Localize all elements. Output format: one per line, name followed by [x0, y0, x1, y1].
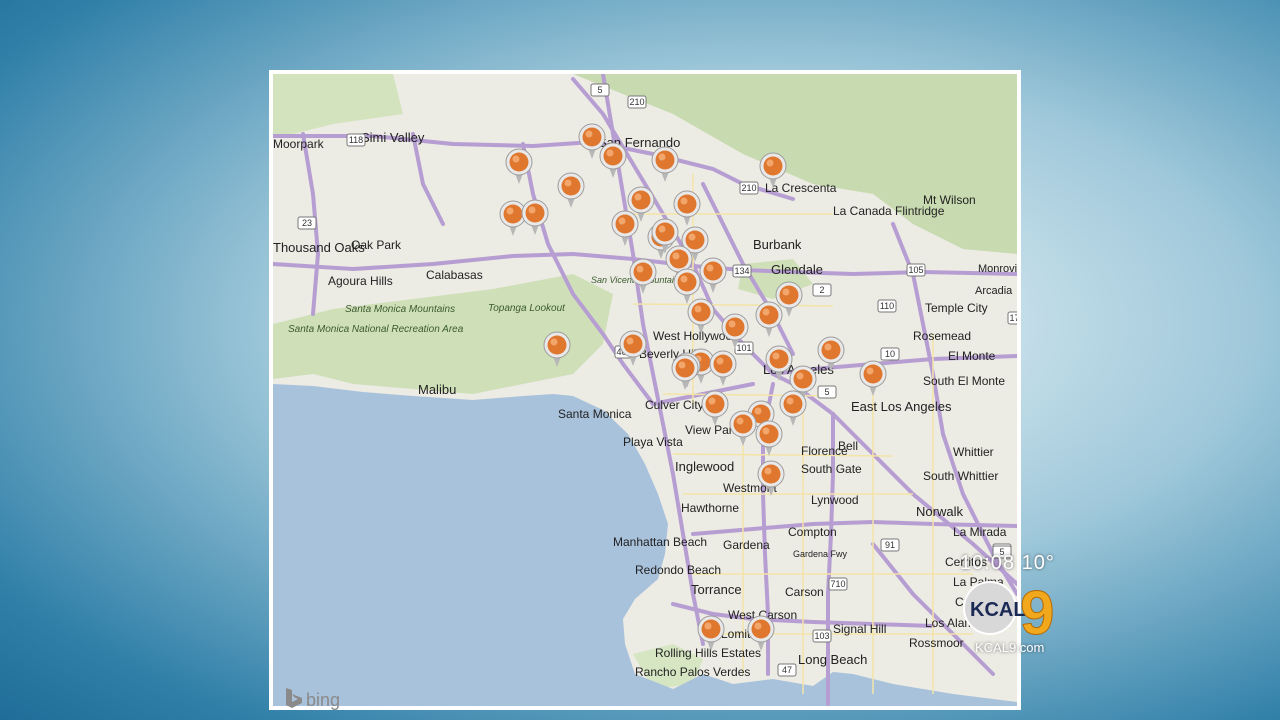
- station-logo: KCAL 9: [962, 579, 1072, 649]
- place-label: Rancho Palos Verdes: [635, 665, 750, 679]
- svg-text:210: 210: [741, 183, 756, 193]
- place-label: Temple City: [925, 301, 988, 315]
- place-label: East Los Angeles: [851, 399, 952, 414]
- place-label: Agoura Hills: [328, 274, 393, 288]
- place-label: Glendale: [771, 262, 823, 277]
- highway-shield: 105: [906, 263, 926, 277]
- svg-text:2: 2: [819, 285, 824, 295]
- place-label: Whittier: [953, 445, 994, 459]
- svg-text:47: 47: [782, 665, 792, 675]
- place-label: Signal Hill: [833, 622, 886, 636]
- bing-logo-icon: [286, 688, 302, 708]
- weather-readout: 10:08 10°: [960, 552, 1055, 574]
- station-website: KCAL9.com: [975, 640, 1045, 655]
- highway-shield: 91: [880, 538, 900, 552]
- place-label: La Mirada: [953, 525, 1007, 539]
- place-label: Santa Monica National Recreation Area: [288, 324, 464, 335]
- place-label: Malibu: [418, 382, 456, 397]
- highway-shield: 10: [880, 347, 900, 361]
- place-label: Long Beach: [798, 652, 867, 667]
- place-label: Carson: [785, 585, 824, 599]
- channel-number: 9: [1020, 580, 1054, 642]
- highway-shield: 210: [627, 95, 647, 109]
- place-label: Gardena: [723, 538, 770, 552]
- svg-text:105: 105: [908, 265, 923, 275]
- place-label: Playa Vista: [623, 435, 683, 449]
- highway-shield: 5: [817, 385, 837, 399]
- place-label: Redondo Beach: [635, 563, 721, 577]
- place-label: Calabasas: [426, 268, 483, 282]
- svg-text:103: 103: [814, 631, 829, 641]
- place-label: Gardena Fwy: [793, 549, 848, 559]
- highway-shield: 710: [828, 577, 848, 591]
- svg-text:10: 10: [885, 349, 895, 359]
- logo-wordmark: KCAL: [970, 599, 1026, 621]
- highway-shield: 47: [777, 663, 797, 677]
- map-frame: Simi Valley San Fernando La Crescenta Mt Wi…: [269, 70, 1021, 710]
- place-label: Simi Valley: [361, 130, 425, 145]
- map[interactable]: Simi Valley San FernandoLa CrescentaMt Wi…: [273, 74, 1017, 706]
- place-label: Torrance: [691, 582, 742, 597]
- highway-shield: 5: [590, 83, 610, 97]
- highway-shield: 210: [739, 181, 759, 195]
- svg-text:5: 5: [824, 387, 829, 397]
- svg-text:101: 101: [736, 343, 751, 353]
- place-label: Burbank: [753, 237, 802, 252]
- place-label: Santa Monica Mountains: [345, 304, 455, 315]
- place-label: Lynwood: [811, 493, 859, 507]
- svg-text:170: 170: [1009, 313, 1017, 323]
- highway-shield: 110: [877, 299, 897, 313]
- place-label: Santa Monica: [558, 407, 632, 421]
- place-label: South Gate: [801, 462, 862, 476]
- bing-wordmark: bing: [306, 690, 340, 710]
- place-label: Compton: [788, 525, 837, 539]
- svg-text:110: 110: [880, 301, 894, 311]
- bing-watermark: bing: [284, 686, 364, 715]
- highway-shield: 118: [346, 133, 366, 147]
- place-label: Topanga Lookout: [488, 303, 566, 314]
- place-label: Inglewood: [675, 459, 734, 474]
- svg-text:118: 118: [349, 135, 363, 145]
- place-label: Manhattan Beach: [613, 535, 707, 549]
- place-label: La Canada Flintridge: [833, 204, 945, 218]
- place-label: Florence: [801, 444, 848, 458]
- highway-shield: 101: [734, 341, 754, 355]
- place-label: El Monte: [948, 349, 996, 363]
- place-label: La Crescenta: [765, 181, 837, 195]
- place-label: Culver City: [645, 398, 704, 412]
- svg-text:23: 23: [302, 218, 312, 228]
- highway-shield: 2: [812, 283, 832, 297]
- place-label: South Whittier: [923, 469, 998, 483]
- svg-text:210: 210: [629, 97, 644, 107]
- place-label: Moorpark: [273, 137, 325, 151]
- svg-text:134: 134: [734, 266, 749, 276]
- place-label: Hawthorne: [681, 501, 739, 515]
- place-label: Thousand Oaks: [273, 240, 365, 255]
- svg-text:710: 710: [830, 579, 845, 589]
- place-label: Rolling Hills Estates: [655, 646, 761, 660]
- place-label: Arcadia: [975, 285, 1013, 297]
- highway-shield: 23: [297, 216, 317, 230]
- place-label: Monrovia: [978, 263, 1017, 275]
- svg-text:91: 91: [885, 540, 895, 550]
- highway-shield: 103: [812, 629, 832, 643]
- place-label: Norwalk: [916, 504, 963, 519]
- place-label: Rosemead: [913, 329, 971, 343]
- place-label: South El Monte: [923, 374, 1005, 388]
- svg-text:5: 5: [597, 85, 602, 95]
- place-label: Rossmoor: [909, 636, 964, 650]
- highway-shield: 134: [732, 264, 752, 278]
- highway-shield: 170: [1007, 311, 1017, 325]
